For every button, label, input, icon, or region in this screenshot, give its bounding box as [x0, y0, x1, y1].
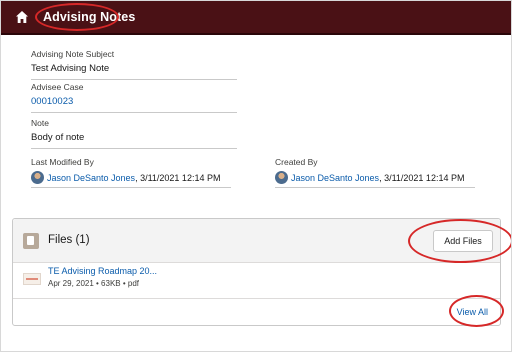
files-footer: View All	[13, 298, 500, 326]
last-modified-date: , 3/11/2021 12:14 PM	[135, 172, 221, 183]
record-page: Advising Notes Advising Note Subject Tes…	[0, 0, 512, 352]
created-by-date: , 3/11/2021 12:14 PM	[379, 172, 465, 183]
file-thumbnail-icon	[23, 273, 41, 285]
files-title[interactable]: Files (1)	[48, 234, 90, 246]
note-value: Body of note	[31, 131, 237, 149]
last-modified-user-link[interactable]: Jason DeSanto Jones	[47, 173, 135, 183]
subject-value: Test Advising Note	[31, 62, 237, 80]
home-icon[interactable]	[15, 10, 29, 24]
created-by-label: Created By	[275, 157, 318, 167]
file-list-item[interactable]: TE Advising Roadmap 20... Apr 29, 2021 •…	[13, 263, 500, 295]
avatar	[275, 171, 288, 184]
subject-label: Advising Note Subject	[31, 49, 115, 59]
file-name-link[interactable]: TE Advising Roadmap 20...	[48, 266, 157, 276]
note-field: Note Body of note	[31, 118, 237, 149]
advisee-case-field: Advisee Case 00010023	[31, 82, 237, 113]
annotation-circle-title	[35, 3, 119, 31]
last-modified-label: Last Modified By	[31, 157, 94, 167]
subject-field: Advising Note Subject Test Advising Note	[31, 49, 237, 80]
files-header: Files (1) Add Files	[13, 219, 511, 263]
files-card: Files (1) Add Files TE Advising Roadmap …	[12, 218, 511, 327]
advisee-case-label: Advisee Case	[31, 82, 84, 92]
created-by-user-link[interactable]: Jason DeSanto Jones	[291, 173, 379, 183]
files-icon	[23, 233, 39, 249]
file-meta: Apr 29, 2021 • 63KB • pdf	[48, 279, 139, 288]
note-label: Note	[31, 118, 49, 128]
last-modified-row: Jason DeSanto Jones , 3/11/2021 12:14 PM	[31, 171, 231, 188]
annotation-circle-view-all	[449, 295, 504, 327]
created-by-row: Jason DeSanto Jones , 3/11/2021 12:14 PM	[275, 171, 475, 188]
annotation-circle-add-files	[408, 219, 511, 263]
created-by-field: Created By Jason DeSanto Jones , 3/11/20…	[275, 157, 475, 188]
last-modified-field: Last Modified By Jason DeSanto Jones , 3…	[31, 157, 231, 188]
advisee-case-link[interactable]: 00010023	[31, 95, 237, 113]
avatar	[31, 171, 44, 184]
